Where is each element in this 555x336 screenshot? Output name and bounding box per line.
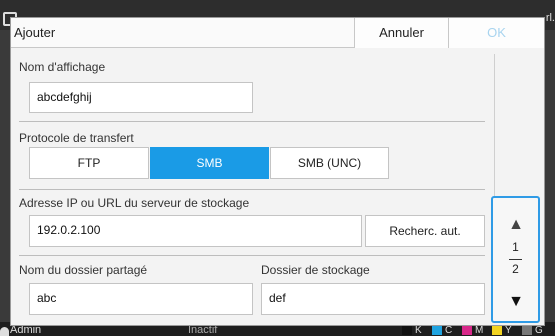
ink-m-swatch <box>462 326 472 335</box>
ok-button[interactable]: OK <box>449 18 544 48</box>
divider <box>19 121 485 122</box>
server-address-field[interactable]: 192.0.2.100 <box>29 215 362 247</box>
display-name-label: Nom d'affichage <box>19 60 106 74</box>
ink-g-swatch <box>522 326 532 335</box>
ink-c-label: C <box>445 325 453 336</box>
divider <box>19 255 485 256</box>
cancel-button[interactable]: Annuler <box>354 18 449 48</box>
background-top-text: rl. <box>545 12 555 24</box>
auto-search-button[interactable]: Recherc. aut. <box>365 215 485 247</box>
display-name-field[interactable]: abcdefghij <box>29 82 253 113</box>
scroll-rail <box>494 54 541 204</box>
ink-c-swatch <box>432 326 442 335</box>
ink-g-label: G <box>535 325 543 336</box>
page-fraction-line <box>509 259 522 260</box>
ink-k-swatch <box>402 326 412 335</box>
scroll-down-icon[interactable]: ▼ <box>502 290 530 314</box>
shared-folder-label: Nom du dossier partagé <box>19 263 148 277</box>
server-address-label: Adresse IP ou URL du serveur de stockage <box>19 196 250 210</box>
current-page: 1 <box>512 240 519 254</box>
add-destination-dialog: Ajouter Annuler OK Nom d'affichage abcde… <box>10 17 545 326</box>
dialog-header: Ajouter Annuler OK <box>11 18 544 48</box>
divider <box>19 189 485 190</box>
protocol-smb-button[interactable]: SMB <box>150 147 269 179</box>
dialog-title: Ajouter <box>14 25 56 40</box>
shared-folder-field[interactable]: abc <box>29 283 253 315</box>
ink-y-label: Y <box>505 325 512 336</box>
storage-folder-field[interactable]: def <box>261 283 485 315</box>
page-scroller: ▲ 1 2 ▼ <box>491 196 540 323</box>
storage-folder-label: Dossier de stockage <box>261 263 370 277</box>
ink-y-swatch <box>492 326 502 335</box>
user-icon <box>0 327 9 336</box>
protocol-ftp-button[interactable]: FTP <box>29 147 149 179</box>
protocol-label: Protocole de transfert <box>19 131 134 145</box>
ink-m-label: M <box>475 325 484 336</box>
dialog-content: Nom d'affichage abcdefghij Protocole de … <box>11 49 489 326</box>
ink-k-label: K <box>415 325 422 336</box>
total-pages: 2 <box>512 262 519 276</box>
protocol-smb-unc-button[interactable]: SMB (UNC) <box>270 147 389 179</box>
scroll-up-icon[interactable]: ▲ <box>502 213 530 237</box>
